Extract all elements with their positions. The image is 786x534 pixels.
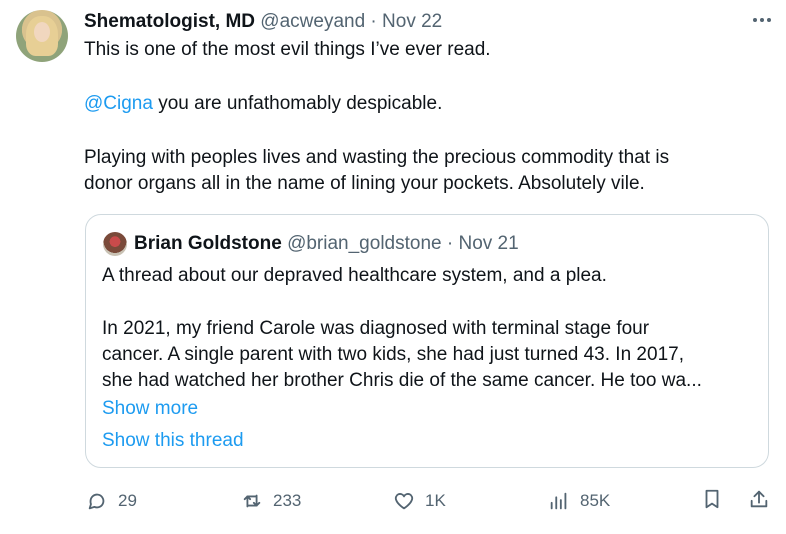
quoted-author-avatar[interactable]	[103, 232, 127, 256]
quoted-line-1: A thread about our depraved healthcare s…	[102, 265, 607, 286]
tweet-line-4: donor organs all in the name of lining y…	[84, 173, 645, 194]
quoted-line-2: In 2021, my friend Carole was diagnosed …	[102, 318, 650, 339]
show-more-link[interactable]: Show more	[102, 396, 198, 422]
author-handle[interactable]: @acweyand	[260, 11, 365, 32]
repost-button[interactable]: 233	[241, 488, 301, 514]
tweet-line-2-rest: you are unfathomably despicable.	[152, 93, 443, 114]
views-button[interactable]: 85K	[548, 488, 610, 514]
like-button[interactable]: 1K	[393, 488, 446, 514]
author-name[interactable]: Shematologist, MD	[84, 11, 255, 32]
share-button[interactable]	[748, 488, 770, 510]
author-avatar[interactable]	[16, 10, 68, 62]
views-count: 85K	[580, 491, 611, 510]
views-chart-icon	[550, 492, 567, 510]
reply-button[interactable]: 29	[86, 488, 137, 514]
header-separator: ·	[370, 11, 377, 32]
quoted-author-handle[interactable]: @brian_goldstone	[287, 233, 442, 254]
tweet-line-3: Playing with peoples lives and wasting t…	[84, 147, 670, 168]
share-icon	[750, 490, 768, 508]
bookmark-button[interactable]	[701, 488, 723, 510]
quoted-header-separator: ·	[446, 233, 454, 254]
tweet-header: Shematologist, MD @acweyand · Nov 22	[84, 10, 442, 34]
quoted-tweet-header: Brian Goldstone @brian_goldstone · Nov 2…	[134, 232, 519, 256]
more-options-button[interactable]	[748, 10, 776, 30]
repost-count: 233	[273, 491, 302, 510]
more-horizontal-icon	[753, 18, 771, 22]
reply-count: 29	[118, 491, 137, 510]
quoted-tweet-date[interactable]: Nov 21	[458, 233, 518, 254]
bookmark-icon	[705, 489, 719, 509]
reply-icon	[88, 493, 105, 510]
tweet-date[interactable]: Nov 22	[382, 11, 442, 32]
tweet-line-1: This is one of the most evil things I’ve…	[84, 39, 491, 60]
avatar-face	[34, 22, 50, 42]
quoted-line-3: cancer. A single parent with two kids, s…	[102, 344, 684, 365]
tweet-line-2: @Cigna you are unfathomably despicable.	[84, 91, 442, 117]
show-thread-link[interactable]: Show this thread	[102, 428, 244, 454]
quoted-author-name[interactable]: Brian Goldstone	[134, 233, 282, 254]
like-count: 1K	[425, 491, 446, 510]
quoted-line-4: she had watched her brother Chris die of…	[102, 370, 702, 391]
repost-icon	[243, 494, 261, 508]
heart-icon	[394, 493, 414, 510]
mention-link[interactable]: @Cigna	[84, 93, 153, 114]
